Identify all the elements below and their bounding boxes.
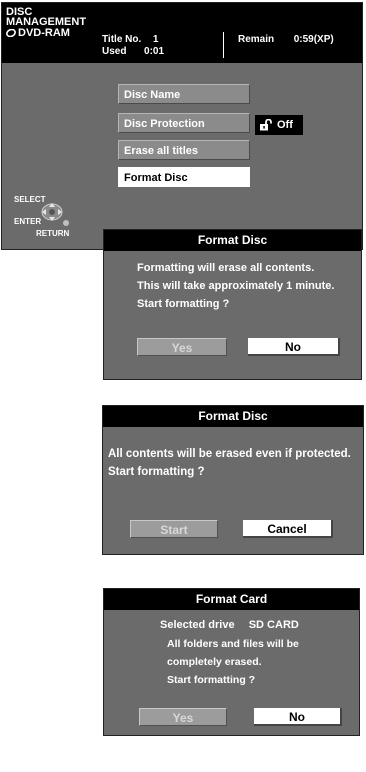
title-no-value: 1 <box>152 34 159 45</box>
dialog-message-line: This will take approximately 1 minute. <box>137 280 335 292</box>
dialog-message-line: All contents will be erased even if prot… <box>108 448 351 460</box>
dialog-message-line: Start formatting ? <box>108 466 205 478</box>
selected-drive-label: Selected drive <box>160 619 235 631</box>
screen-title-line2: MANAGEMENT <box>6 16 87 28</box>
screen-title: DISC MANAGEMENT DVD-RAM <box>6 7 87 39</box>
format-disc-protected-dialog: Format Disc All contents will be erased … <box>102 405 364 555</box>
cancel-button[interactable]: Cancel <box>243 520 333 538</box>
dialog-title: Format Disc <box>104 230 361 251</box>
unlock-icon <box>260 119 272 131</box>
menu-item-disc-name[interactable]: Disc Name <box>118 84 250 104</box>
no-button[interactable]: No <box>254 708 342 726</box>
protection-value: Off <box>277 119 293 131</box>
no-button[interactable]: No <box>248 338 340 356</box>
menu-item-disc-protection[interactable]: Disc Protection <box>118 113 250 133</box>
protection-status: Off <box>255 115 303 135</box>
dialog-message-line: Start formatting ? <box>137 298 230 310</box>
remain-value: 0:59(XP) <box>293 34 334 45</box>
selected-drive-value: SD CARD <box>248 619 299 631</box>
title-no-label: Title No. <box>102 34 142 45</box>
title-no-info: Title No. 1 <box>102 34 158 45</box>
format-disc-confirm-dialog: Format Disc Formatting will erase all co… <box>103 229 362 380</box>
dialog-message-line: Start formatting ? <box>167 674 256 686</box>
remain-info: Remain 0:59(XP) <box>238 34 334 45</box>
start-button[interactable]: Start <box>130 520 218 538</box>
dialog-message-line: Formatting will erase all contents. <box>137 262 315 274</box>
remain-label: Remain <box>238 34 275 45</box>
disc-management-header: DISC MANAGEMENT DVD-RAM Title No. 1 Used… <box>2 3 362 63</box>
dialog-title: Format Card <box>104 589 359 610</box>
menu-item-erase-all-titles[interactable]: Erase all titles <box>118 140 250 160</box>
used-label: Used <box>102 46 127 57</box>
dialog-message-line: completely erased. <box>167 656 262 668</box>
return-label: RETURN <box>36 229 70 238</box>
used-info: Used 0:01 <box>102 46 164 57</box>
used-value: 0:01 <box>144 46 165 57</box>
selected-drive-info: Selected drive SD CARD <box>160 619 299 631</box>
format-card-dialog: Format Card Selected drive SD CARD All f… <box>103 588 360 736</box>
yes-button[interactable]: Yes <box>139 708 227 726</box>
dialog-title: Format Disc <box>103 406 363 427</box>
header-divider <box>223 32 224 58</box>
disc-icon <box>6 29 16 37</box>
remote-navigation-pad-icon <box>41 203 69 226</box>
dialog-message-line: All folders and files will be <box>167 638 299 650</box>
yes-button[interactable]: Yes <box>137 338 227 356</box>
screen-title-line3: DVD-RAM <box>18 27 70 39</box>
disc-management-screen: DISC MANAGEMENT DVD-RAM Title No. 1 Used… <box>1 2 363 250</box>
menu-item-format-disc[interactable]: Format Disc <box>118 167 250 187</box>
